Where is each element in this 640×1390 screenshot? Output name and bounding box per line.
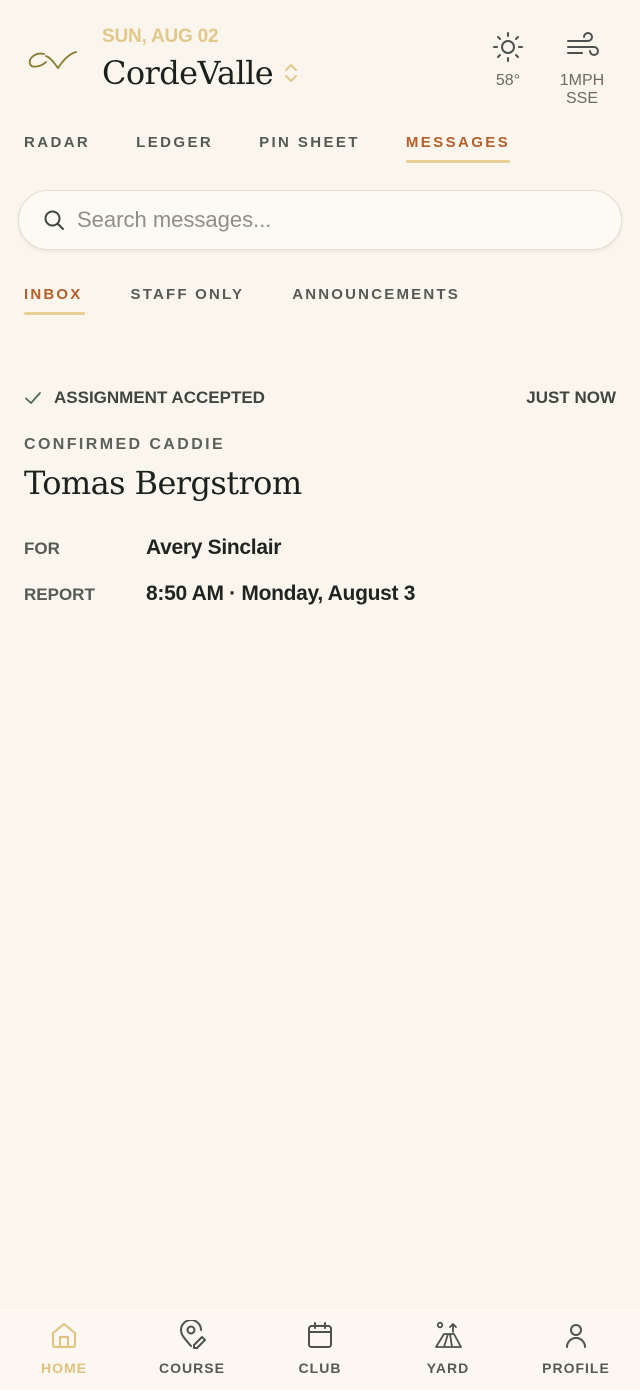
chevron-up-down-icon — [285, 64, 298, 82]
nav-yard[interactable]: YARD — [384, 1308, 512, 1390]
for-label: FOR — [24, 539, 60, 558]
tab-radar[interactable]: RADAR — [24, 134, 90, 163]
tab-staff-only[interactable]: STAFF ONLY — [131, 286, 245, 315]
report-value: 8:50 AM · Monday, August 3 — [146, 582, 416, 605]
nav-profile-label: PROFILE — [542, 1360, 610, 1376]
tab-pin-sheet[interactable]: PIN SHEET — [259, 134, 360, 163]
message-timestamp: JUST NOW — [526, 388, 616, 407]
wind-value: 1MPH SSE — [559, 72, 605, 107]
search-bar[interactable] — [18, 190, 622, 250]
wind-icon — [567, 32, 599, 56]
status-text: ASSIGNMENT ACCEPTED — [54, 388, 265, 407]
tab-messages[interactable]: MESSAGES — [405, 134, 511, 163]
for-row: FOR Avery Sinclair — [24, 536, 281, 560]
nav-club[interactable]: CLUB — [256, 1308, 384, 1390]
nav-home[interactable]: HOME — [0, 1308, 128, 1390]
nav-home-label: HOME — [41, 1360, 87, 1376]
home-icon — [52, 1323, 76, 1348]
app-screen: SUN, AUG 02 CordeValle 58° 1MPH SSE RADA… — [0, 0, 640, 1390]
current-date: SUN, AUG 02 — [102, 26, 219, 47]
for-value: Avery Sinclair — [146, 536, 282, 559]
caddie-name: Tomas Bergstrom — [24, 464, 302, 502]
cv-monogram-logo[interactable] — [24, 44, 80, 76]
temperature-widget[interactable]: 58° — [468, 30, 548, 90]
report-row: REPORT 8:50 AM · Monday, August 3 — [24, 582, 415, 606]
club-name: CordeValle — [102, 54, 274, 92]
user-icon — [566, 1324, 586, 1348]
check-icon — [25, 392, 41, 404]
report-label: REPORT — [24, 585, 95, 604]
tab-ledger[interactable]: LEDGER — [136, 134, 213, 163]
tab-inbox[interactable]: INBOX — [24, 286, 85, 315]
wind-widget[interactable]: 1MPH SSE — [542, 30, 622, 108]
sun-icon — [493, 32, 523, 62]
search-icon — [44, 210, 64, 230]
bottom-navigation: HOME COURSE CLUB YARD PROFILE — [0, 1308, 640, 1390]
calendar-icon — [308, 1322, 332, 1348]
message-filter-tabs: INBOX STAFF ONLY ANNOUNCEMENTS — [24, 286, 508, 315]
map-pin-edit-icon — [179, 1320, 206, 1349]
club-selector[interactable]: CordeValle — [102, 54, 299, 92]
nav-yard-label: YARD — [426, 1360, 470, 1376]
nav-course-label: COURSE — [159, 1360, 225, 1376]
tab-announcements[interactable]: ANNOUNCEMENTS — [292, 286, 460, 315]
temperature-value: 58° — [495, 72, 521, 89]
main-tabs: RADAR LEDGER PIN SHEET MESSAGES — [24, 134, 556, 163]
nav-profile[interactable]: PROFILE — [512, 1308, 640, 1390]
message-status: ASSIGNMENT ACCEPTED — [24, 388, 265, 408]
header: SUN, AUG 02 CordeValle 58° 1MPH SSE — [0, 0, 640, 110]
nav-course[interactable]: COURSE — [128, 1308, 256, 1390]
confirmed-caddie-label: CONFIRMED CADDIE — [24, 436, 226, 453]
driving-range-icon — [435, 1321, 462, 1348]
nav-club-label: CLUB — [298, 1360, 342, 1376]
search-input[interactable] — [77, 207, 577, 233]
